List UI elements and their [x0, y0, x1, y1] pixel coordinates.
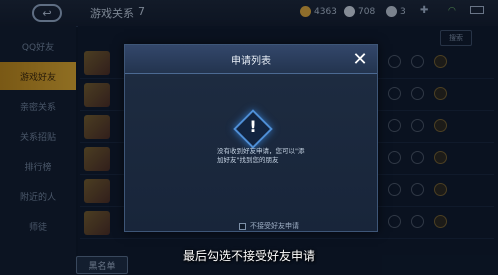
reject-requests-option[interactable]: 不接受好友申请: [239, 221, 299, 231]
close-icon: ✕: [352, 48, 368, 70]
reject-requests-checkbox[interactable]: [239, 222, 246, 230]
friend-request-dialog: 申请列表 ✕ ! 没有收到好友申请，您可以"添加好友"找到您的朋友 不接受好友申…: [124, 44, 378, 232]
dialog-title: 申请列表: [231, 56, 271, 67]
caption: 最后勾选不接受好友申请: [182, 249, 315, 263]
close-button[interactable]: ✕: [349, 48, 371, 70]
reject-requests-label: 不接受好友申请: [250, 222, 299, 230]
empty-message: 没有收到好友申请，您可以"添加好友"找到您的朋友: [217, 147, 305, 164]
warning-diamond-icon: !: [233, 109, 273, 149]
dialog-header: 申请列表 ✕: [125, 45, 377, 74]
